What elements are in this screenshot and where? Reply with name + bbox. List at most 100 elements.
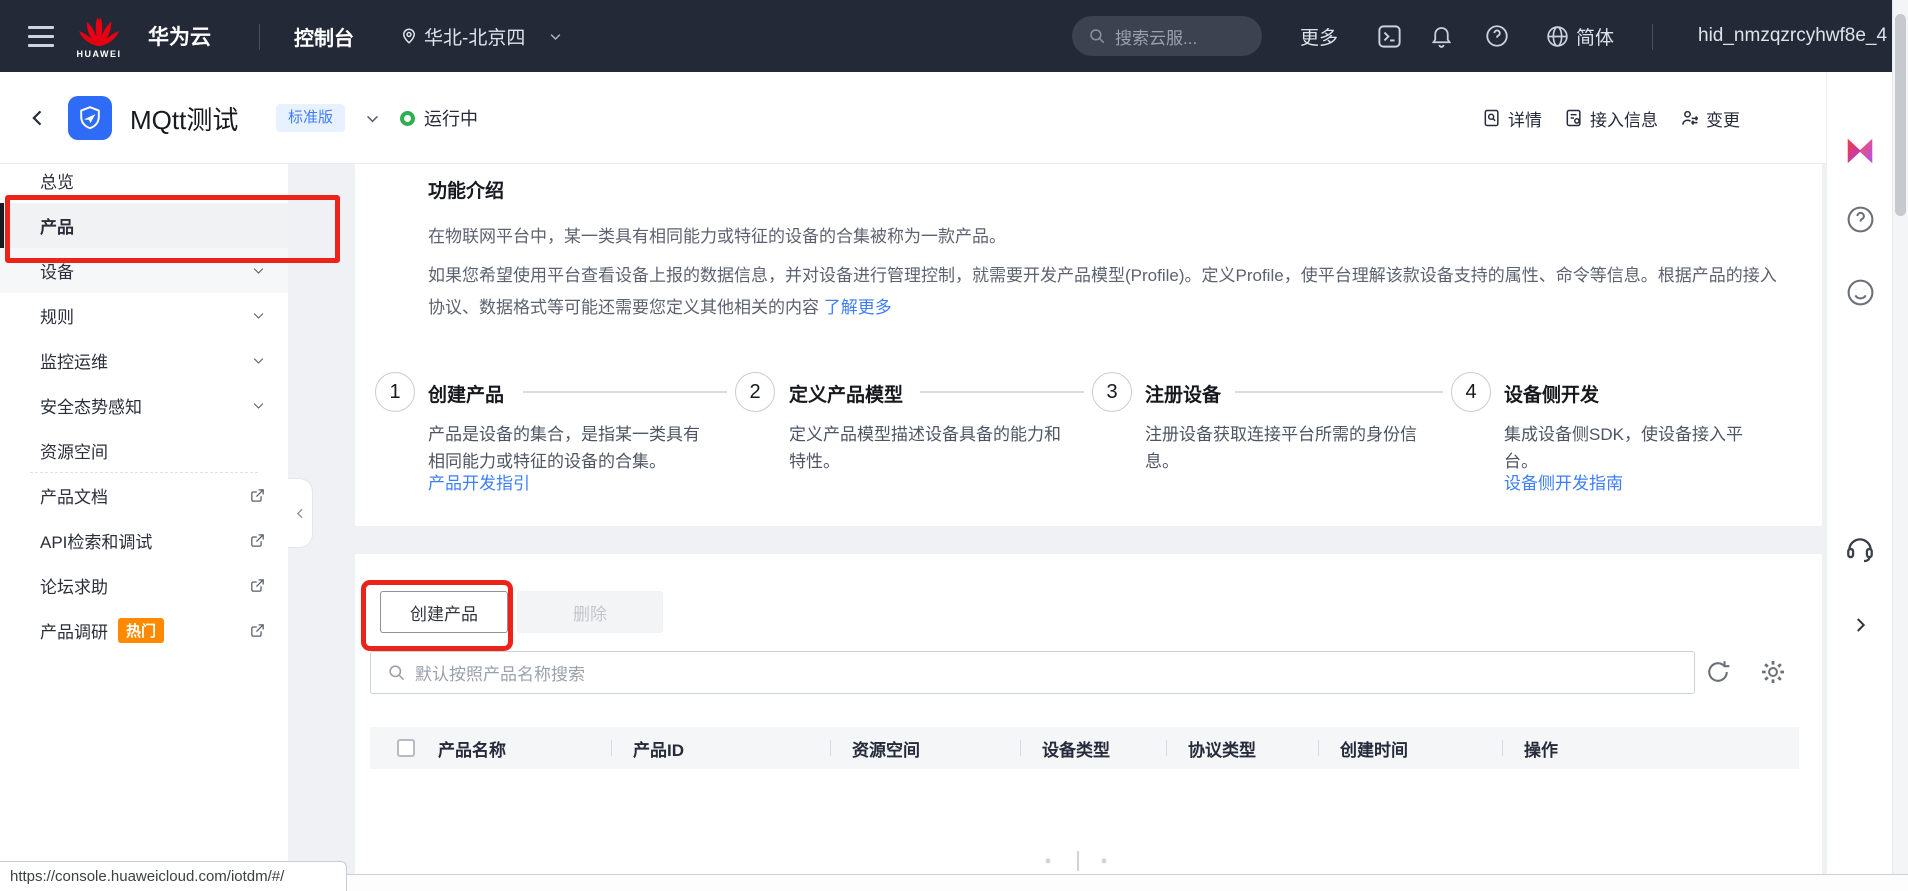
create-product-button[interactable]: 创建产品 bbox=[380, 591, 508, 633]
sidebar-item-forum-help[interactable]: 论坛求助 bbox=[0, 563, 288, 608]
brand-name[interactable]: 华为云 bbox=[148, 0, 211, 72]
product-search-input[interactable]: 默认按照产品名称搜索 bbox=[370, 651, 1695, 694]
header-actions: 详情接入信息 变更 bbox=[1482, 72, 1740, 164]
edition-badge: 标准版 bbox=[276, 104, 345, 132]
scrollbar-thumb[interactable] bbox=[1895, 14, 1906, 216]
column-header-protocol-type: 协议类型 bbox=[1166, 727, 1318, 769]
change-button[interactable]: 变更 bbox=[1680, 106, 1740, 131]
access-info-button[interactable]: 接入信息 bbox=[1564, 106, 1658, 131]
external-link-icon bbox=[249, 532, 266, 549]
terminal-icon[interactable] bbox=[1376, 0, 1403, 72]
sidebar-item-rules[interactable]: 规则 bbox=[0, 293, 288, 338]
sidebar-item-monitor-om[interactable]: 监控运维 bbox=[0, 338, 288, 383]
language-selector[interactable]: 简体 bbox=[1545, 0, 1614, 72]
console-link[interactable]: 控制台 bbox=[294, 0, 354, 72]
column-header-created-time: 创建时间 bbox=[1318, 727, 1502, 769]
column-header-product-name: 产品名称 bbox=[426, 727, 611, 769]
product-list-card: 创建产品 删除 默认按照产品名称搜索 产品名称产品ID资源空间设备类型协议类型创… bbox=[355, 554, 1822, 874]
sidebar-item-overview[interactable]: 总览 bbox=[0, 158, 288, 203]
huawei-logo[interactable]: HUAWEI bbox=[76, 0, 122, 72]
region-chevron-down-icon[interactable] bbox=[548, 0, 563, 72]
select-all-checkbox[interactable] bbox=[397, 739, 415, 757]
sidebar-item-label: 产品文档 bbox=[40, 483, 108, 508]
step-4-title: 设备侧开发 bbox=[1504, 380, 1599, 407]
back-button[interactable] bbox=[28, 72, 48, 164]
chevron-left-icon bbox=[294, 507, 307, 520]
topbar-divider-2 bbox=[1652, 24, 1653, 50]
intro-paragraph-1: 在物联网平台中，某一类具有相同能力或特征的设备的合集被称为一款产品。 bbox=[428, 222, 1006, 247]
sidebar-item-product-survey[interactable]: 产品调研热门 bbox=[0, 608, 288, 653]
page-scrollbar[interactable] bbox=[1892, 0, 1908, 874]
detail-label: 详情 bbox=[1508, 106, 1542, 131]
sidebar-item-resource-space[interactable]: 资源空间 bbox=[0, 428, 288, 473]
right-rail bbox=[1826, 72, 1892, 874]
huawei-cloud-brand-icon[interactable] bbox=[1827, 134, 1893, 168]
step-connector-1 bbox=[523, 391, 727, 393]
language-label: 简体 bbox=[1576, 23, 1614, 50]
step-4-guide-link[interactable]: 设备侧开发指南 bbox=[1504, 469, 1623, 494]
sidebar-item-label: 产品调研 bbox=[40, 618, 108, 643]
delete-button[interactable]: 删除 bbox=[517, 591, 663, 633]
status-label: 运行中 bbox=[424, 105, 478, 131]
search-placeholder: 搜索云服... bbox=[1115, 24, 1197, 49]
step-2-title: 定义产品模型 bbox=[789, 380, 903, 407]
column-header-resource-space: 资源空间 bbox=[830, 727, 1020, 769]
instance-status: 运行中 bbox=[400, 72, 478, 164]
step-connector-3 bbox=[1235, 391, 1443, 393]
step-1-guide-link[interactable]: 产品开发指引 bbox=[428, 469, 530, 494]
sidebar-item-label: 规则 bbox=[40, 303, 74, 328]
table-settings-button[interactable] bbox=[1756, 655, 1790, 689]
step-3-title: 注册设备 bbox=[1145, 380, 1221, 407]
step-4-circle: 4 bbox=[1451, 372, 1491, 412]
username: hid_nmzqzrcyhwf8e_4 bbox=[1698, 25, 1894, 47]
sidebar-item-label: 产品 bbox=[40, 213, 74, 238]
sidebar-collapse-button[interactable] bbox=[288, 478, 313, 548]
huawei-flower-icon bbox=[76, 14, 122, 48]
detail-button[interactable]: 详情 bbox=[1482, 106, 1542, 131]
sidebar-item-label: 总览 bbox=[40, 168, 74, 193]
sidebar-item-api-explorer[interactable]: API检索和调试 bbox=[0, 518, 288, 563]
chevron-down-icon bbox=[251, 398, 266, 413]
support-headset-icon[interactable] bbox=[1827, 532, 1893, 564]
sidebar: 总览产品设备规则监控运维安全态势感知资源空间产品文档API检索和调试论坛求助产品… bbox=[0, 164, 288, 874]
change-person-icon bbox=[1680, 108, 1700, 128]
feedback-smiley-icon[interactable] bbox=[1827, 277, 1893, 308]
step-connector-2 bbox=[920, 391, 1084, 393]
instance-chevron-down-icon[interactable] bbox=[364, 72, 381, 164]
bell-icon[interactable] bbox=[1429, 0, 1454, 72]
change-label: 变更 bbox=[1706, 106, 1740, 131]
intro-title: 功能介绍 bbox=[428, 176, 504, 203]
refresh-button[interactable] bbox=[1701, 655, 1735, 689]
region-selector[interactable]: 华北-北京四 bbox=[424, 0, 525, 72]
step-1-title: 创建产品 bbox=[428, 380, 504, 407]
sidebar-list: 总览产品设备规则监控运维安全态势感知资源空间产品文档API检索和调试论坛求助产品… bbox=[0, 158, 288, 653]
learn-more-link[interactable]: 了解更多 bbox=[824, 298, 892, 317]
sidebar-item-label: 安全态势感知 bbox=[40, 393, 142, 418]
sidebar-item-product-docs[interactable]: 产品文档 bbox=[0, 473, 288, 518]
step-3-description: 注册设备获取连接平台所需的身份信息。 bbox=[1145, 421, 1417, 475]
help-circle-icon[interactable] bbox=[1827, 204, 1893, 235]
back-chevron-icon bbox=[28, 107, 48, 129]
column-header-device-type: 设备类型 bbox=[1020, 727, 1166, 769]
intro-card: 功能介绍 在物联网平台中，某一类具有相同能力或特征的设备的合集被称为一款产品。 … bbox=[355, 164, 1822, 526]
intro-paragraph-2-line1: 如果您希望使用平台查看设备上报的数据信息，并对设备进行管理控制，就需要开发产品模… bbox=[428, 261, 1777, 286]
paper-plane-icon bbox=[84, 114, 95, 123]
step-1-description: 产品是设备的集合，是指某一类具有相同能力或特征的设备的合集。 bbox=[428, 421, 700, 475]
more-menu[interactable]: 更多 bbox=[1300, 0, 1338, 72]
hot-badge: 热门 bbox=[118, 618, 164, 643]
help-icon[interactable] bbox=[1484, 0, 1510, 72]
column-header-product-id: 产品ID bbox=[611, 727, 830, 769]
cloud-search-input[interactable]: 搜索云服... bbox=[1072, 16, 1262, 56]
intro-paragraph-2-line2: 协议、数据格式等可能还需要您定义其他相关的内容 了解更多 bbox=[428, 293, 892, 318]
sidebar-item-product[interactable]: 产品 bbox=[0, 203, 288, 248]
main-menu-button[interactable] bbox=[28, 0, 54, 72]
search-icon bbox=[387, 663, 406, 682]
search-icon bbox=[1088, 27, 1106, 45]
step-1-circle: 1 bbox=[375, 372, 415, 412]
expand-chevron-icon[interactable] bbox=[1827, 610, 1893, 640]
sidebar-item-security-posture[interactable]: 安全态势感知 bbox=[0, 383, 288, 428]
account-menu[interactable]: hid_nmzqzrcyhwf8e_4 bbox=[1698, 0, 1894, 72]
column-header-actions: 操作 bbox=[1502, 727, 1799, 769]
sidebar-item-device[interactable]: 设备 bbox=[0, 248, 288, 293]
step-4-description: 集成设备侧SDK，使设备接入平台。 bbox=[1504, 421, 1776, 475]
